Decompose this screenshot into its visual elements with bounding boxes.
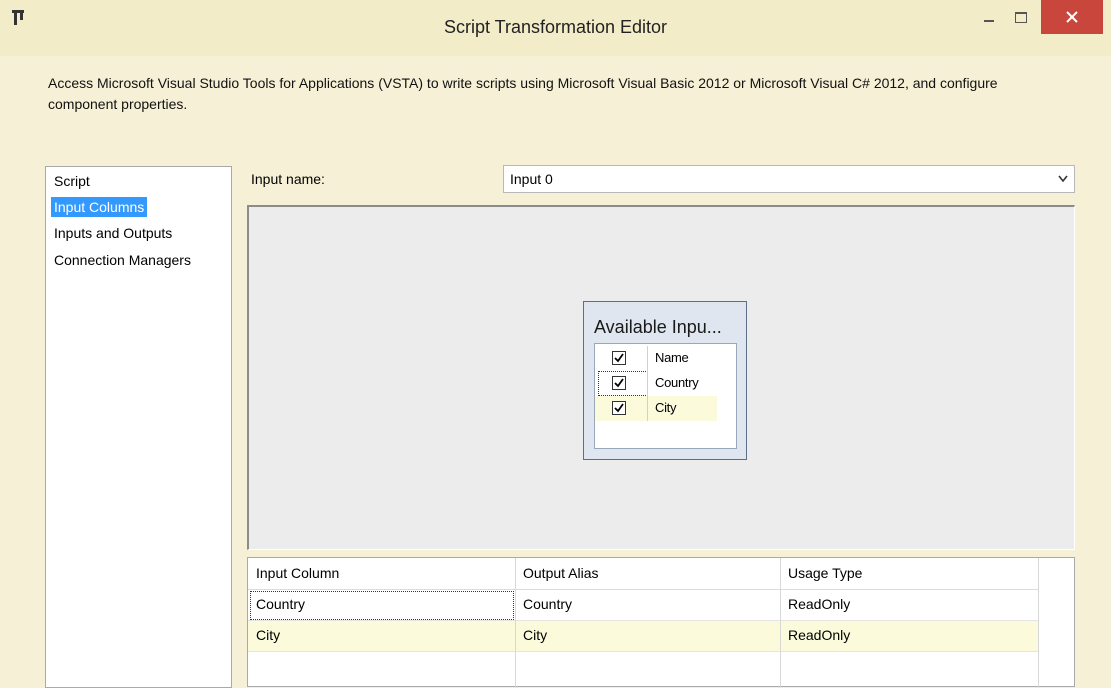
available-input-columns-box[interactable]: Available Inpu... Name Country City [583,301,747,460]
cell-output-alias[interactable]: Country [515,589,780,620]
checkbox-checked-icon[interactable] [612,351,626,365]
minimize-icon [984,20,994,22]
column-name: City [655,400,677,415]
row-divider [248,651,1038,652]
column-name: Name [655,350,689,365]
editor-description: Access Microsoft Visual Studio Tools for… [48,75,998,112]
input-name-value: Input 0 [510,171,553,187]
column-separator [647,371,648,396]
column-row-name[interactable]: Name [595,346,717,371]
header-usage-type[interactable]: Usage Type [780,558,1038,589]
table-row[interactable]: City City ReadOnly [248,620,1038,651]
available-input-columns-title: Available Inpu... [594,317,722,337]
column-divider [780,558,781,688]
column-divider [515,558,516,688]
close-button[interactable] [1041,0,1103,34]
focus-rectangle [250,591,514,620]
nav-item-inputs-and-outputs[interactable]: Inputs and Outputs [51,223,175,243]
column-row-city[interactable]: City [595,396,717,421]
chevron-down-icon [1058,175,1068,183]
title-bar: Script Transformation Editor [0,0,1111,56]
available-columns-list: Name Country City [594,343,737,449]
checkbox-checked-icon[interactable] [612,376,626,390]
close-icon [1066,11,1078,23]
window-title: Script Transformation Editor [443,17,668,37]
navigation-pane: Script Input Columns Inputs and Outputs … [45,166,232,688]
checkbox-checked-icon[interactable] [612,401,626,415]
cell-usage-type[interactable]: ReadOnly [780,589,1038,620]
nav-item-input-columns[interactable]: Input Columns [51,197,148,217]
column-divider [1038,558,1039,688]
input-name-select[interactable]: Input 0 [503,165,1075,193]
cell-usage-type[interactable]: ReadOnly [780,620,1038,651]
nav-item-script[interactable]: Script [51,171,93,191]
header-output-alias[interactable]: Output Alias [515,558,780,589]
column-row-country[interactable]: Country [595,371,717,396]
column-separator [647,346,648,371]
maximize-icon [1015,11,1027,23]
script-transformation-editor-window: Script Transformation Editor Access Micr… [0,0,1111,688]
cell-input-column[interactable]: City [248,620,515,651]
grid-header-row: Input Column Output Alias Usage Type [248,558,1038,590]
minimize-button[interactable] [974,0,1004,34]
input-columns-grid: Input Column Output Alias Usage Type Cou… [247,557,1075,688]
cell-output-alias[interactable]: City [515,620,780,651]
column-name: Country [655,375,699,390]
row-divider [248,620,1038,621]
header-input-column[interactable]: Input Column [248,558,515,589]
nav-item-connection-managers[interactable]: Connection Managers [51,250,194,270]
maximize-button[interactable] [1006,0,1036,34]
input-name-label: Input name: [251,171,325,187]
column-separator [647,396,648,421]
